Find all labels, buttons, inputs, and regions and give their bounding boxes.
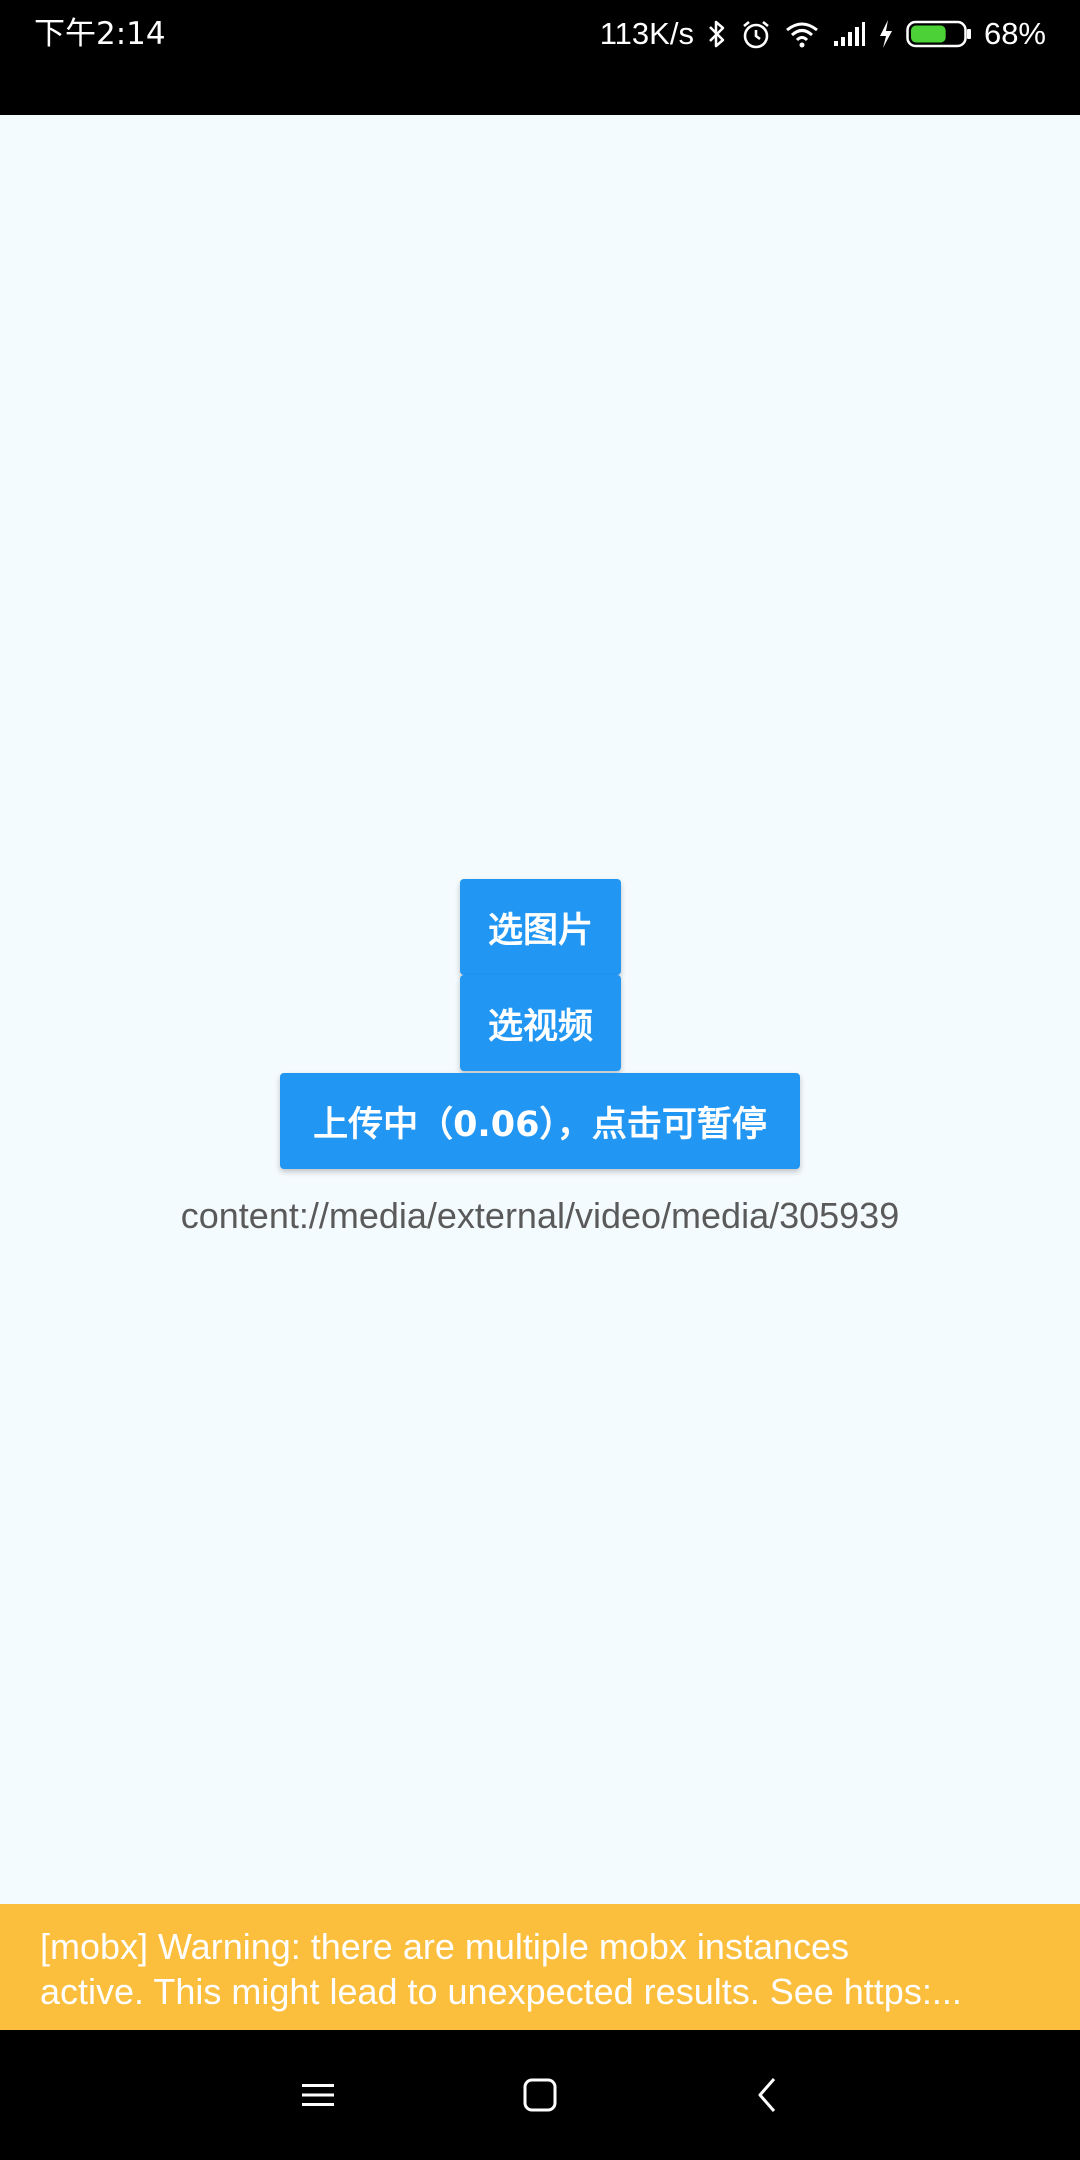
- home-button[interactable]: [505, 2062, 575, 2132]
- warning-line-2: active. This might lead to unexpected re…: [40, 1971, 962, 2012]
- home-icon: [523, 2078, 557, 2116]
- selected-media-uri: content://media/external/video/media/305…: [180, 1195, 900, 1236]
- menu-button[interactable]: [283, 2062, 353, 2132]
- battery-icon: [906, 20, 972, 48]
- back-icon: [756, 2077, 778, 2117]
- wifi-icon: [784, 20, 820, 48]
- alarm-icon: [740, 18, 772, 50]
- charging-icon: [878, 19, 894, 49]
- status-time: 下午2:14: [34, 16, 166, 52]
- mobx-warning-banner[interactable]: [mobx] Warning: there are multiple mobx …: [0, 1904, 1080, 2030]
- pick-video-button[interactable]: 选视频: [460, 975, 621, 1071]
- navigation-bar: [0, 2030, 1080, 2160]
- menu-icon: [301, 2081, 335, 2113]
- bluetooth-icon: [706, 19, 728, 49]
- back-button[interactable]: [732, 2062, 802, 2132]
- warning-line-1: [mobx] Warning: there are multiple mobx …: [40, 1926, 850, 1967]
- network-speed: 113K/s: [599, 16, 694, 51]
- upload-pause-button[interactable]: 上传中（0.06），点击可暂停: [280, 1073, 800, 1169]
- battery-percent: 68%: [983, 16, 1046, 51]
- phone-screen: 下午2:14 113K/s 68% 选图片 选视频 上传中（0.06），点击可暂…: [0, 0, 1080, 2160]
- signal-icon: [832, 21, 866, 47]
- status-indicators: 113K/s 68%: [600, 12, 1046, 56]
- app-content: 选图片 选视频 上传中（0.06），点击可暂停 content://media/…: [0, 115, 1080, 1905]
- pick-image-button[interactable]: 选图片: [460, 879, 621, 975]
- status-bar: 下午2:14 113K/s 68%: [0, 0, 1080, 115]
